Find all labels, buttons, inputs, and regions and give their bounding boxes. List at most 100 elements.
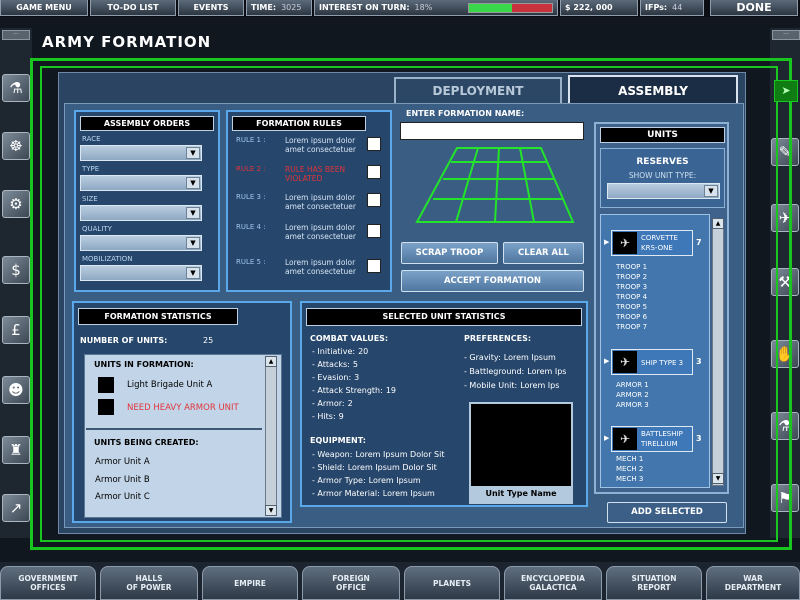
money-value: $ 222, 000	[565, 3, 613, 12]
stat-initiative: - Initiative: 20	[312, 347, 369, 356]
list-item[interactable]: TROOP 5	[616, 303, 647, 311]
ship-icon: ✈	[613, 351, 637, 373]
bottom-nav: GOVERNMENT OFFICES HALLS OF POWER EMPIRE…	[0, 562, 800, 600]
race-label: RACE	[82, 135, 101, 143]
list-item[interactable]: MECH 3	[616, 475, 643, 483]
people-icon[interactable]: ☻	[2, 376, 30, 404]
list-item[interactable]: TROOP 4	[616, 293, 647, 301]
list-item[interactable]: ARMOR 3	[616, 401, 649, 409]
scrap-troop-button[interactable]: SCRAP TROOP	[401, 242, 498, 264]
chart-icon[interactable]: ↗	[2, 494, 30, 522]
formation-unit-item[interactable]: Light Brigade Unit A	[127, 380, 212, 390]
units-title: UNITS	[600, 127, 725, 143]
created-unit-item[interactable]: Armor Unit C	[95, 492, 150, 502]
rule-1-label: RULE 1 :	[236, 136, 266, 144]
list-item[interactable]: TROOP 3	[616, 283, 647, 291]
nav-government-offices[interactable]: GOVERNMENT OFFICES	[0, 566, 96, 600]
mobilization-dropdown[interactable]: ▼	[80, 265, 202, 281]
rule-3-checkbox[interactable]	[367, 193, 381, 207]
stat-attacks: - Attacks: 5	[312, 360, 358, 369]
rule-2-checkbox[interactable]	[367, 165, 381, 179]
type-dropdown[interactable]: ▼	[80, 175, 202, 191]
rule-3-label: RULE 3 :	[236, 193, 266, 201]
left-rail-handle[interactable]: ···	[2, 30, 30, 40]
flask-icon[interactable]: ⚗	[2, 74, 30, 102]
nav-situation-report[interactable]: SITUATION REPORT	[606, 566, 702, 600]
created-unit-item[interactable]: Armor Unit A	[95, 457, 150, 467]
nav-encyclopedia-galactica[interactable]: ENCYCLOPEDIA GALACTICA	[504, 566, 602, 600]
equipment-header: EQUIPMENT:	[310, 436, 366, 445]
nav-empire[interactable]: EMPIRE	[202, 566, 298, 600]
events-button[interactable]: EVENTS	[178, 0, 244, 16]
todo-list-button[interactable]: TO-DO LIST	[90, 0, 176, 16]
size-dropdown[interactable]: ▼	[80, 205, 202, 221]
race-dropdown[interactable]: ▼	[80, 145, 202, 161]
unit-type-dropdown[interactable]: ▼	[607, 183, 720, 199]
pound-icon[interactable]: £	[2, 316, 30, 344]
chevron-down-icon[interactable]: ▼	[186, 207, 200, 219]
expand-arrow-icon[interactable]: ▶	[604, 357, 609, 365]
clear-all-button[interactable]: CLEAR ALL	[503, 242, 584, 264]
rule-1-checkbox[interactable]	[367, 137, 381, 151]
tab-assembly[interactable]: ASSEMBLY	[568, 75, 738, 105]
right-rail-handle[interactable]: ···	[772, 30, 800, 40]
gears-icon[interactable]: ⚙	[2, 190, 30, 218]
tab-deployment[interactable]: DEPLOYMENT	[394, 77, 562, 103]
top-bar: GAME MENU TO-DO LIST EVENTS TIME: 3025 IN…	[0, 0, 800, 17]
list-item[interactable]: TROOP 7	[616, 323, 647, 331]
game-menu-button[interactable]: GAME MENU	[0, 0, 88, 16]
unit-group-corvette[interactable]: ✈ CORVETTE KRS-ONE	[611, 230, 693, 256]
unit-group-battleship[interactable]: ✈ BATTLESHIP TIRELLIUM	[611, 426, 693, 452]
rule-4-checkbox[interactable]	[367, 224, 381, 238]
list-item[interactable]: ARMOR 2	[616, 391, 649, 399]
scroll-down-icon[interactable]: ▼	[265, 505, 277, 516]
accept-formation-button[interactable]: ACCEPT FORMATION	[401, 270, 584, 292]
nav-planets[interactable]: PLANETS	[404, 566, 500, 600]
expand-arrow-icon[interactable]: ▶	[604, 238, 609, 246]
scroll-down-icon[interactable]: ▼	[712, 473, 724, 484]
chevron-down-icon[interactable]: ▼	[186, 237, 200, 249]
list-item[interactable]: MECH 1	[616, 455, 643, 463]
size-label: SIZE	[82, 195, 98, 203]
scroll-up-icon[interactable]: ▲	[712, 218, 724, 229]
rule-4-text: Lorem ipsum dolor amet consectetuer	[285, 223, 356, 241]
chevron-down-icon[interactable]: ▼	[704, 185, 718, 197]
rule-5-checkbox[interactable]	[367, 259, 381, 273]
equip-armor-material: - Armor Material: Lorem Ipsum	[312, 489, 435, 498]
time-value: 3025	[281, 3, 302, 12]
nav-war-department[interactable]: WAR DEPARTMENT	[706, 566, 800, 600]
unit-group-ship-type-3[interactable]: ✈ SHIP TYPE 3	[611, 349, 693, 375]
list-item[interactable]: TROOP 1	[616, 263, 647, 271]
stat-armor: - Armor: 2	[312, 399, 353, 408]
list-item[interactable]: MECH 2	[616, 465, 643, 473]
formation-list-scrollbar[interactable]	[265, 356, 277, 516]
chevron-down-icon[interactable]: ▼	[186, 177, 200, 189]
formation-grid[interactable]	[415, 142, 575, 224]
dollar-icon[interactable]: $	[2, 256, 30, 284]
list-item[interactable]: TROOP 2	[616, 273, 647, 281]
preferences-header: PREFERENCES:	[464, 334, 532, 343]
money-display: $ 222, 000	[560, 0, 638, 16]
chevron-down-icon[interactable]: ▼	[186, 267, 200, 279]
nav-halls-of-power[interactable]: HALLS OF POWER	[100, 566, 198, 600]
list-item[interactable]: TROOP 6	[616, 313, 647, 321]
unit-type-name: Unit Type Name	[469, 486, 573, 502]
pistol-icon[interactable]: ➤	[774, 80, 798, 102]
scroll-up-icon[interactable]: ▲	[265, 356, 277, 367]
brain-icon[interactable]: ☸	[2, 132, 30, 160]
formation-name-input[interactable]	[400, 122, 584, 140]
formation-warning-item[interactable]: NEED HEAVY ARMOR UNIT	[127, 403, 239, 413]
expand-arrow-icon[interactable]: ▶	[604, 434, 609, 442]
list-item[interactable]: ARMOR 1	[616, 381, 649, 389]
unit-list-scrollbar[interactable]	[712, 218, 724, 486]
interest-bar-fill	[469, 4, 513, 12]
formation-statistics-title: FORMATION STATISTICS	[78, 308, 238, 325]
quality-dropdown[interactable]: ▼	[80, 235, 202, 251]
factory-icon[interactable]: ♜	[2, 436, 30, 464]
created-unit-item[interactable]: Armor Unit B	[95, 475, 150, 485]
chevron-down-icon[interactable]: ▼	[186, 147, 200, 159]
done-button[interactable]: DONE	[710, 0, 798, 16]
nav-foreign-office[interactable]: FOREIGN OFFICE	[302, 566, 400, 600]
ifps-value: 44	[672, 3, 683, 12]
add-selected-button[interactable]: ADD SELECTED	[607, 502, 727, 523]
